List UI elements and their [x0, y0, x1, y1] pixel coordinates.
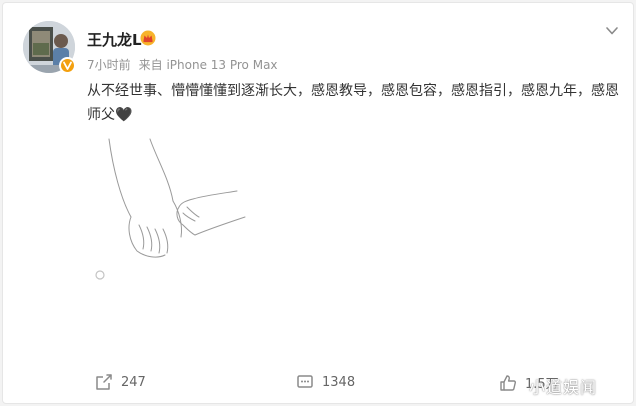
post-source: 来自 iPhone 13 Pro Max	[138, 58, 278, 72]
comment-icon	[297, 375, 313, 388]
post-image[interactable]	[87, 129, 277, 289]
watermark: 小道娱闻	[529, 378, 598, 397]
chevron-down-icon[interactable]	[604, 22, 620, 35]
post-meta: 7小时前 来自 iPhone 13 Pro Max	[87, 56, 286, 73]
post-text: 从不经世事、懵懵懂懂到逐渐长大，感恩教导，感恩包容，感恩指引，感恩九年，感恩 师…	[87, 79, 627, 127]
crown-icon[interactable]	[140, 30, 156, 46]
comment-button[interactable]: 1348	[296, 373, 355, 391]
repost-icon	[96, 374, 112, 390]
post-text-line-2: 师父🖤	[87, 107, 133, 123]
verified-badge-icon	[59, 57, 76, 74]
comment-count: 1348	[322, 374, 356, 390]
username[interactable]: 王九龙L	[87, 29, 142, 50]
post-text-line-1: 从不经世事、懵懵懂懂到逐渐长大，感恩教导，感恩包容，感恩指引，感恩九年，感恩	[87, 83, 619, 99]
post-card: 王九龙L 7小时前 来自 iPhone 13 Pro Max 从不经世事、懵懵懂懂…	[2, 2, 634, 404]
like-icon	[500, 374, 516, 391]
avatar[interactable]	[23, 21, 76, 74]
repost-count: 247	[121, 374, 146, 390]
repost-button[interactable]: 247	[95, 373, 146, 391]
post-time[interactable]: 7小时前	[87, 58, 131, 72]
